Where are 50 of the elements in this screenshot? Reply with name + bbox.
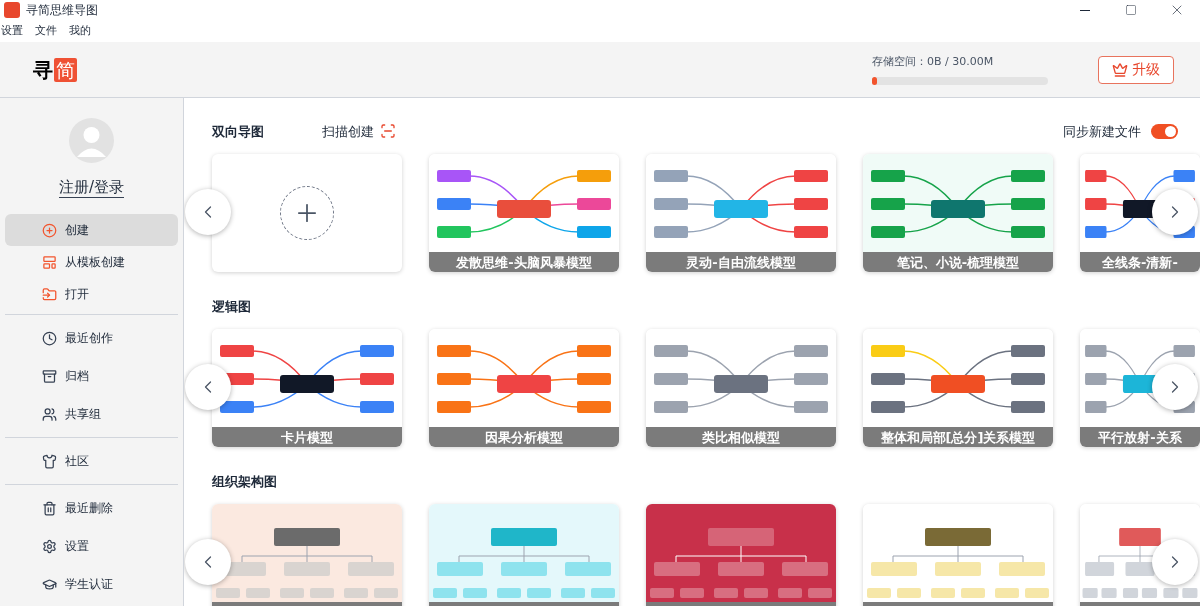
- minimize-icon: [1080, 9, 1090, 11]
- card-caption: 发散思维-头脑风暴模型: [456, 255, 592, 269]
- settings-icon: [42, 538, 57, 554]
- sync-toggle[interactable]: [1151, 123, 1178, 139]
- sidebar-item[interactable]: 打开: [5, 278, 178, 310]
- sidebar-item[interactable]: 从模板创建: [5, 246, 178, 278]
- previous-button[interactable]: [185, 364, 231, 410]
- sidebar-item[interactable]: 共享组: [5, 395, 178, 433]
- card-caption: 笔记、小说-梳理模型: [896, 255, 1020, 269]
- sidebar-item[interactable]: 设置: [5, 527, 178, 565]
- login-link[interactable]: 注册/登录: [58, 177, 125, 198]
- sidebar-item[interactable]: 社区: [5, 442, 178, 480]
- section-title: 逻辑图: [212, 297, 251, 316]
- card-caption: 因果分析模型: [485, 430, 563, 444]
- card-caption: 类比相似模型: [702, 430, 780, 444]
- crown-icon: [1112, 61, 1128, 78]
- sync-label: 同步新建文件: [1063, 122, 1141, 141]
- menu-item[interactable]: 我的: [68, 22, 92, 40]
- sidebar-item[interactable]: 创建: [5, 214, 178, 246]
- scan-icon: [380, 123, 396, 140]
- folder-icon: [42, 286, 57, 302]
- shirt-icon: [42, 453, 57, 469]
- graduation-cap-icon: [42, 576, 57, 592]
- group-icon: [42, 406, 57, 422]
- clock-icon: [42, 330, 57, 346]
- window-title: 寻简思维导图: [26, 2, 98, 19]
- storage-label: 存储空间：0B / 30.00M: [872, 54, 995, 71]
- scan-create-button[interactable]: 扫描创建: [322, 121, 396, 141]
- card-caption: 卡片模型: [281, 430, 333, 444]
- menu-item[interactable]: 设置: [0, 22, 24, 40]
- card-caption: 灵动-自由流线模型: [686, 255, 796, 269]
- section-title: 组织架构图: [212, 472, 277, 491]
- menu-item[interactable]: 文件: [34, 22, 58, 40]
- sidebar-item[interactable]: 学生认证: [5, 565, 178, 603]
- card-caption: 平行放射-关系: [1098, 430, 1182, 444]
- avatar-icon: [69, 118, 114, 163]
- card-caption: 整体和局部[总分]关系模型: [880, 430, 1036, 444]
- section-title: 双向导图: [212, 122, 264, 141]
- upgrade-button[interactable]: 升级: [1098, 55, 1174, 84]
- sidebar-item[interactable]: 最近创作: [5, 319, 178, 357]
- sidebar-item[interactable]: 最近删除: [5, 489, 178, 527]
- trash-icon: [42, 500, 57, 516]
- template-icon: [42, 254, 57, 270]
- card-caption: 全线条-清新-: [1102, 255, 1178, 269]
- maximize-icon: [1125, 4, 1137, 16]
- app-logo-icon: [4, 2, 20, 18]
- create-icon: [42, 222, 57, 238]
- brand-logo: 寻 简: [33, 56, 77, 84]
- sidebar-item[interactable]: 归档: [5, 357, 178, 395]
- archive-icon: [42, 368, 57, 384]
